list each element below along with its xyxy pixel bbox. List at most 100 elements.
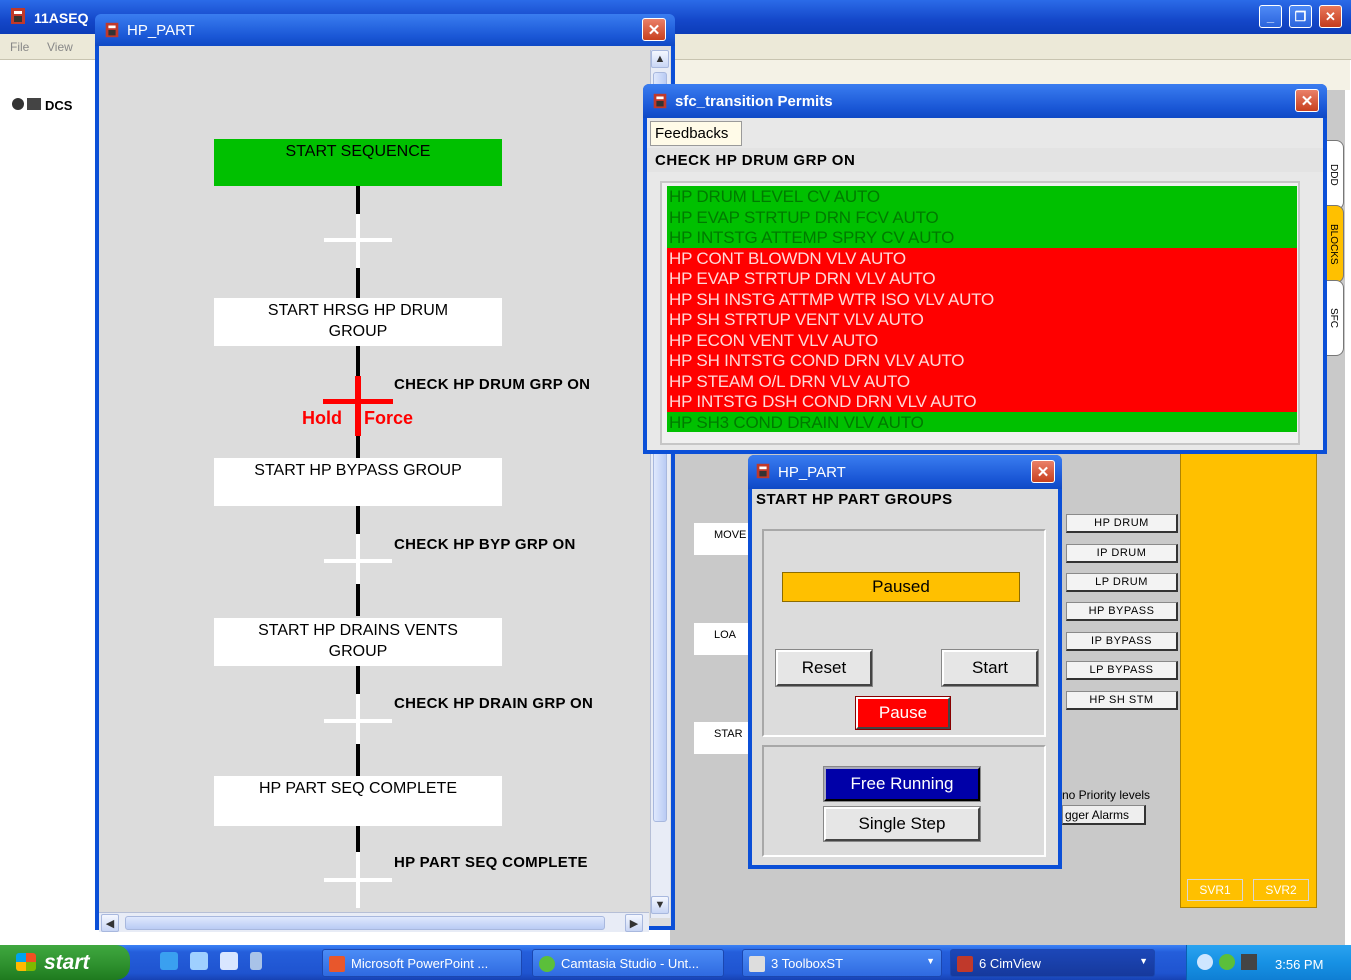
windows-logo-icon bbox=[16, 953, 36, 971]
transition-label: HP PART SEQ COMPLETE bbox=[394, 854, 588, 871]
permits-body: Feedbacks CHECK HP DRUM GRP ON HP DRUM L… bbox=[647, 118, 1323, 450]
permit-row: HP SH3 COND DRAIN VLV AUTO bbox=[667, 411, 1297, 432]
app-icon bbox=[11, 8, 25, 24]
sfc-link bbox=[356, 744, 360, 776]
hold-label[interactable]: Hold bbox=[302, 408, 342, 429]
close-button[interactable]: ✕ bbox=[1031, 460, 1055, 483]
tray-app-icon[interactable] bbox=[1241, 954, 1257, 970]
system-tray: 3:56 PM bbox=[1186, 945, 1351, 980]
close-button[interactable]: ✕ bbox=[1319, 5, 1342, 28]
sfc-canvas: START SEQUENCE START HRSG HP DRUM GROUP … bbox=[99, 46, 671, 932]
ie-icon[interactable] bbox=[160, 952, 178, 970]
step-start-hp-bypass-group[interactable]: START HP BYPASS GROUP bbox=[214, 458, 502, 506]
permit-row: HP ECON VENT VLV AUTO bbox=[667, 329, 1297, 350]
permits-check-title: CHECK HP DRUM GRP ON bbox=[647, 148, 1323, 172]
load-box[interactable]: LOA bbox=[694, 623, 748, 655]
hp-sh-stm-button[interactable]: HP SH STM bbox=[1066, 691, 1178, 710]
group-title: START HP PART GROUPS bbox=[756, 491, 953, 508]
tab-blocks[interactable]: BLOCKS bbox=[1324, 205, 1344, 283]
reset-button[interactable]: Reset bbox=[775, 649, 873, 687]
start-box[interactable]: STAR bbox=[694, 722, 748, 754]
force-label[interactable]: Force bbox=[364, 408, 413, 429]
control-title-bar[interactable]: HP_PART ✕ bbox=[748, 455, 1062, 489]
hp-bypass-button[interactable]: HP BYPASS bbox=[1066, 602, 1178, 621]
permits-list: HP DRUM LEVEL CV AUTO HP EVAP STRTUP DRN … bbox=[660, 181, 1300, 445]
quicklaunch-icon[interactable] bbox=[250, 952, 262, 970]
move-box[interactable]: MOVE bbox=[694, 523, 748, 555]
sfc-link bbox=[356, 584, 360, 616]
scroll-up-button[interactable]: ▲ bbox=[651, 50, 669, 68]
clock[interactable]: 3:56 PM bbox=[1275, 957, 1323, 972]
free-running-button[interactable]: Free Running bbox=[823, 766, 981, 802]
cimview-icon bbox=[957, 956, 973, 972]
transition-bar[interactable] bbox=[324, 238, 392, 242]
svr2-button[interactable]: SVR2 bbox=[1253, 879, 1309, 901]
sfc-link bbox=[356, 268, 360, 298]
single-step-button[interactable]: Single Step bbox=[823, 806, 981, 842]
dcs-tree-item[interactable]: DCS bbox=[12, 98, 72, 113]
toolbox-icon bbox=[749, 956, 765, 972]
hp-part-title-bar[interactable]: HP_PART ✕ bbox=[95, 14, 675, 46]
close-button[interactable]: ✕ bbox=[1295, 89, 1319, 112]
task-label: Camtasia Studio - Unt... bbox=[561, 955, 699, 971]
ip-drum-button[interactable]: IP DRUM bbox=[1066, 544, 1178, 563]
start-button[interactable]: Start bbox=[941, 649, 1039, 687]
scroll-down-button[interactable]: ▼ bbox=[651, 896, 669, 914]
scroll-right-button[interactable]: ▶ bbox=[625, 914, 643, 932]
ip-bypass-button[interactable]: IP BYPASS bbox=[1066, 632, 1178, 651]
hp-drum-button[interactable]: HP DRUM bbox=[1066, 514, 1178, 533]
task-label: 3 ToolboxST bbox=[771, 955, 844, 971]
network-icon[interactable] bbox=[1219, 954, 1235, 970]
sfc-link bbox=[356, 666, 360, 694]
hp-part-title: HP_PART bbox=[127, 22, 195, 39]
left-tree-panel bbox=[6, 60, 98, 945]
transition-bar[interactable] bbox=[324, 559, 392, 563]
menu-file[interactable]: File bbox=[10, 40, 29, 54]
menu-view[interactable]: View bbox=[47, 40, 73, 54]
trigger-alarms-button[interactable]: gger Alarms bbox=[1062, 805, 1146, 825]
permit-row: HP EVAP STRTUP DRN FCV AUTO bbox=[667, 206, 1297, 227]
task-camtasia[interactable]: Camtasia Studio - Unt... bbox=[532, 949, 724, 977]
horizontal-scroll-thumb[interactable] bbox=[125, 916, 605, 930]
step-start-sequence[interactable]: START SEQUENCE bbox=[214, 139, 502, 186]
tab-feedbacks[interactable]: Feedbacks bbox=[650, 121, 742, 146]
start-button[interactable]: start bbox=[0, 945, 130, 980]
task-cimview[interactable]: 6 CimView ▼ bbox=[950, 949, 1155, 977]
run-mode-frame: Free Running Single Step bbox=[762, 745, 1046, 857]
desktop-icon[interactable] bbox=[220, 952, 238, 970]
minimize-button[interactable]: _ bbox=[1259, 5, 1282, 28]
step-hp-part-seq-complete[interactable]: HP PART SEQ COMPLETE bbox=[214, 776, 502, 826]
scroll-left-button[interactable]: ◀ bbox=[101, 914, 119, 932]
task-label: Microsoft PowerPoint ... bbox=[351, 955, 489, 971]
lp-drum-button[interactable]: LP DRUM bbox=[1066, 573, 1178, 592]
start-label: start bbox=[44, 950, 90, 974]
transition-bar[interactable] bbox=[324, 878, 392, 882]
permit-row: HP INTSTG ATTEMP SPRY CV AUTO bbox=[667, 227, 1297, 248]
transition-bar[interactable] bbox=[324, 719, 392, 723]
permits-title-bar[interactable]: sfc_transition Permits ✕ bbox=[643, 84, 1327, 118]
maximize-button[interactable]: ❐ bbox=[1289, 5, 1312, 28]
transition-label: CHECK HP BYP GRP ON bbox=[394, 536, 576, 553]
lp-bypass-button[interactable]: LP BYPASS bbox=[1066, 661, 1178, 680]
tab-sfc[interactable]: SFC bbox=[1324, 280, 1344, 356]
pause-button[interactable]: Pause bbox=[855, 696, 951, 730]
back-icon[interactable] bbox=[1197, 954, 1213, 970]
permit-row: HP STEAM O/L DRN VLV AUTO bbox=[667, 370, 1297, 391]
priority-levels-text: no Priority levels bbox=[1062, 788, 1151, 802]
app-icon bbox=[653, 93, 667, 109]
task-powerpoint[interactable]: Microsoft PowerPoint ... bbox=[322, 949, 522, 977]
svr1-button[interactable]: SVR1 bbox=[1187, 879, 1243, 901]
browser-icon[interactable] bbox=[190, 952, 208, 970]
close-button[interactable]: ✕ bbox=[642, 18, 666, 41]
control-body: START HP PART GROUPS Paused Reset Start … bbox=[752, 489, 1058, 865]
transition-bar-hold[interactable] bbox=[323, 399, 393, 404]
step-start-hrsg-hp-drum-group[interactable]: START HRSG HP DRUM GROUP bbox=[214, 298, 502, 346]
chevron-down-icon: ▼ bbox=[926, 956, 935, 966]
task-label: 6 CimView bbox=[979, 955, 1041, 971]
horizontal-scrollbar[interactable]: ◀ ▶ bbox=[99, 912, 649, 932]
powerpoint-icon bbox=[329, 956, 345, 972]
step-start-hp-drains-vents-group[interactable]: START HP DRAINS VENTS GROUP bbox=[214, 618, 502, 666]
task-toolboxst[interactable]: 3 ToolboxST ▼ bbox=[742, 949, 942, 977]
tab-ddd[interactable]: DDD bbox=[1324, 140, 1344, 210]
sfc-link bbox=[356, 826, 360, 852]
